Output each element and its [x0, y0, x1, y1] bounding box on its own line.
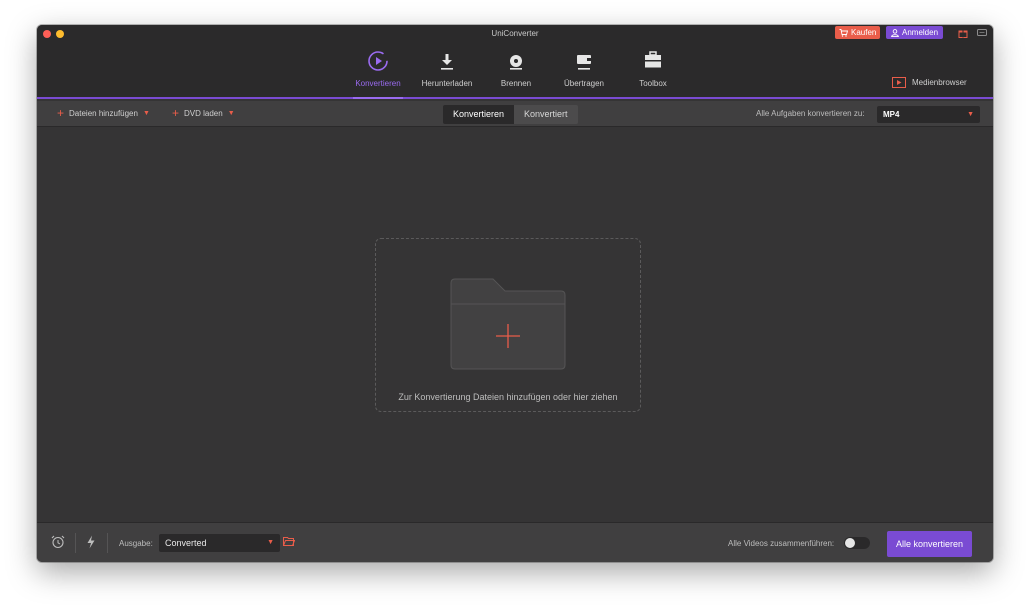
tab-burn[interactable]: Brennen — [496, 49, 536, 97]
toolbox-icon — [645, 51, 661, 68]
media-browser-button[interactable]: Medienbrowser — [892, 77, 967, 88]
tab-transfer-label: Übertragen — [563, 79, 605, 88]
add-files-button[interactable]: + Dateien hinzufügen ▼ — [57, 106, 150, 120]
toolbar: + Dateien hinzufügen ▼ + DVD laden ▼ Kon… — [37, 101, 993, 127]
segment-converting[interactable]: Konvertieren — [443, 105, 515, 124]
folder-open-icon[interactable] — [283, 536, 295, 547]
convert-segment-control: Konvertieren Konvertiert — [443, 105, 578, 124]
plus-icon: + — [172, 106, 180, 120]
output-format-select[interactable]: MP4 ▼ — [877, 106, 980, 123]
burn-icon — [510, 55, 522, 70]
main-nav: Konvertieren Herunterladen Brennen Übert… — [37, 43, 993, 99]
divider — [107, 533, 108, 553]
download-icon — [441, 54, 453, 70]
transfer-icon — [577, 55, 592, 70]
output-label: Ausgabe: — [119, 539, 153, 548]
cart-icon — [839, 28, 848, 37]
message-icon[interactable] — [977, 28, 987, 38]
merge-videos-toggle[interactable] — [844, 537, 870, 549]
load-dvd-button[interactable]: + DVD laden ▼ — [172, 106, 235, 120]
tab-transfer[interactable]: Übertragen — [561, 49, 607, 97]
chevron-down-icon: ▼ — [967, 111, 974, 118]
plus-icon: + — [57, 106, 65, 120]
add-files-label: Dateien hinzufügen — [69, 108, 138, 118]
media-browser-icon — [892, 77, 906, 88]
alarm-clock-icon[interactable] — [51, 535, 65, 549]
chevron-down-icon[interactable]: ▼ — [143, 110, 150, 117]
chevron-down-icon[interactable]: ▼ — [228, 110, 235, 117]
title-bar: UniConverter Kaufen Anmelden — [37, 25, 993, 43]
chevron-down-icon: ▼ — [267, 539, 274, 546]
toggle-knob — [845, 538, 855, 548]
divider — [75, 533, 76, 553]
tab-convert-label: Konvertieren — [355, 79, 401, 88]
add-folder-icon[interactable] — [449, 277, 567, 373]
app-window: UniConverter Kaufen Anmelden Konvertiere… — [37, 25, 993, 562]
segment-converted[interactable]: Konvertiert — [514, 105, 578, 124]
load-dvd-label: DVD laden — [184, 108, 223, 118]
output-folder-value: Converted — [165, 538, 207, 548]
tab-convert[interactable]: Konvertieren — [353, 49, 403, 99]
gift-icon[interactable] — [958, 28, 968, 38]
tab-download[interactable]: Herunterladen — [420, 49, 474, 97]
convert-icon — [368, 51, 388, 71]
tab-download-label: Herunterladen — [421, 79, 473, 88]
convert-all-to-label: Alle Aufgaben konvertieren zu: — [756, 109, 865, 118]
signin-label: Anmelden — [902, 28, 939, 37]
convert-all-button[interactable]: Alle konvertieren — [887, 531, 972, 557]
buy-label: Kaufen — [851, 28, 877, 37]
tab-toolbox-label: Toolbox — [639, 79, 667, 88]
bottom-bar: Ausgabe: Converted ▼ Alle Videos zusamme… — [37, 522, 993, 562]
merge-videos-label: Alle Videos zusammenführen: — [728, 539, 835, 548]
signin-button[interactable]: Anmelden — [886, 26, 944, 39]
tab-burn-label: Brennen — [500, 79, 532, 88]
output-format-value: MP4 — [883, 110, 900, 119]
buy-button[interactable]: Kaufen — [835, 26, 881, 39]
output-folder-select[interactable]: Converted ▼ — [159, 534, 280, 552]
user-icon — [891, 28, 899, 37]
lightning-icon[interactable] — [86, 535, 96, 549]
drop-hint-text: Zur Konvertierung Dateien hinzufügen ode… — [398, 392, 618, 402]
file-drop-zone[interactable]: Zur Konvertierung Dateien hinzufügen ode… — [375, 238, 641, 412]
media-browser-label: Medienbrowser — [912, 78, 967, 87]
tab-toolbox[interactable]: Toolbox — [636, 49, 670, 97]
